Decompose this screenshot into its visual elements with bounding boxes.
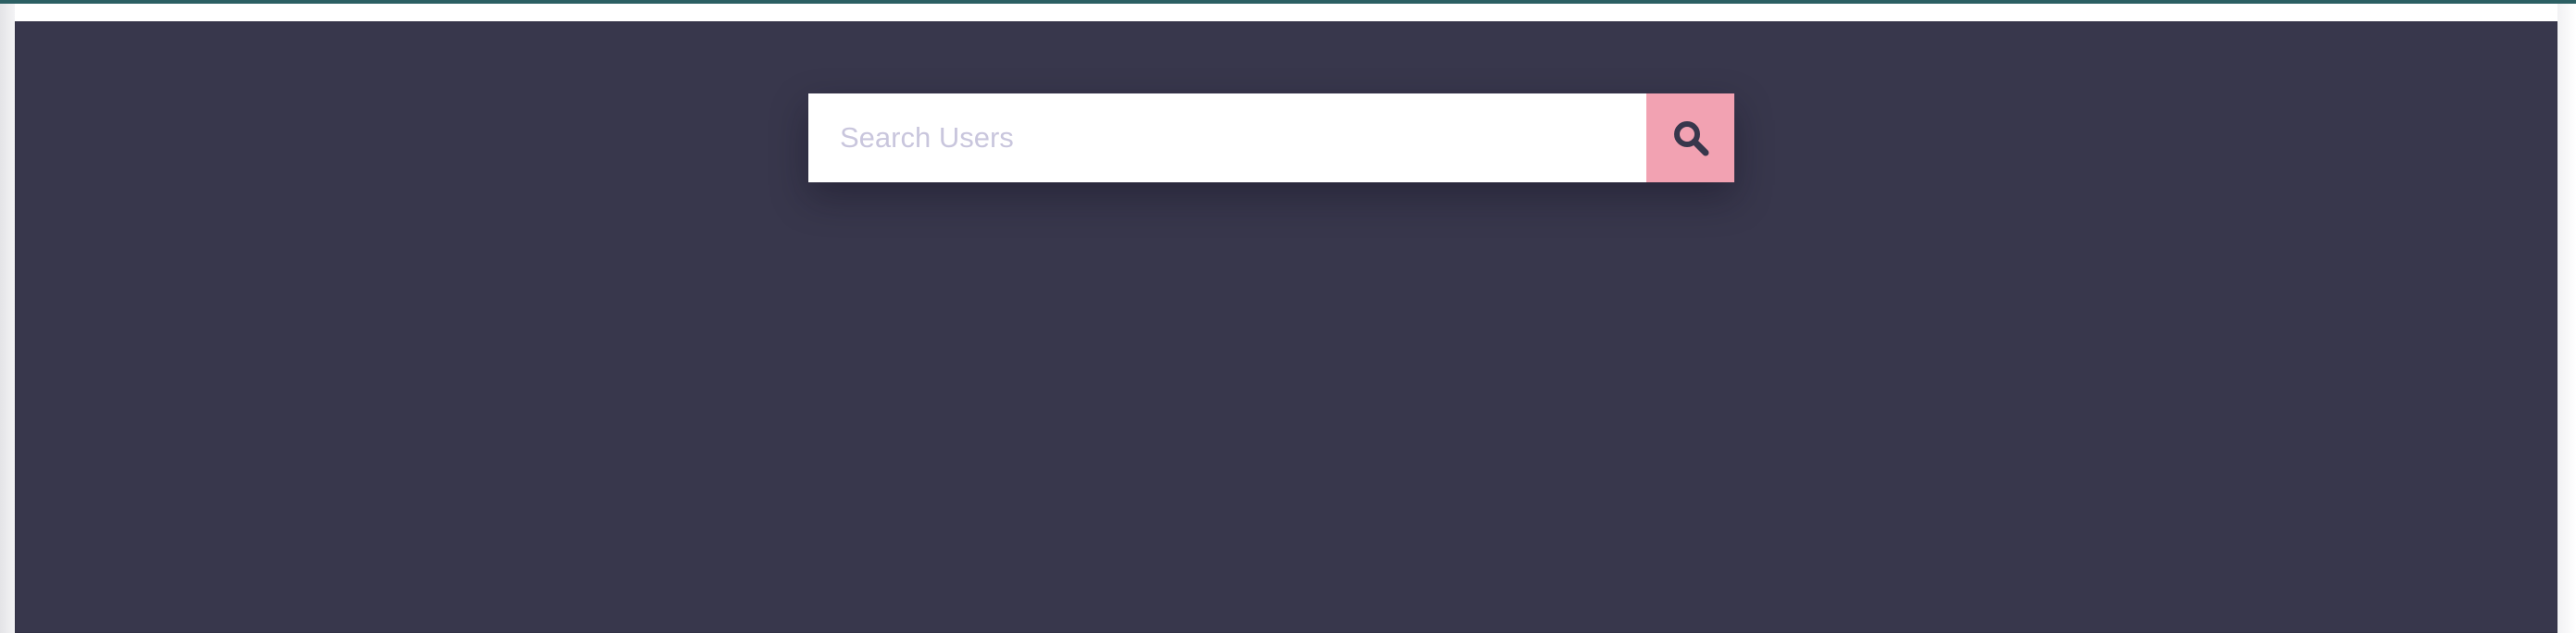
search-input[interactable] bbox=[808, 93, 1646, 182]
right-edge bbox=[2557, 4, 2576, 633]
search-bar bbox=[808, 93, 1734, 182]
search-button[interactable] bbox=[1646, 93, 1734, 182]
top-accent-bar bbox=[0, 0, 2576, 4]
search-icon bbox=[1670, 118, 1711, 158]
left-edge bbox=[0, 4, 15, 633]
